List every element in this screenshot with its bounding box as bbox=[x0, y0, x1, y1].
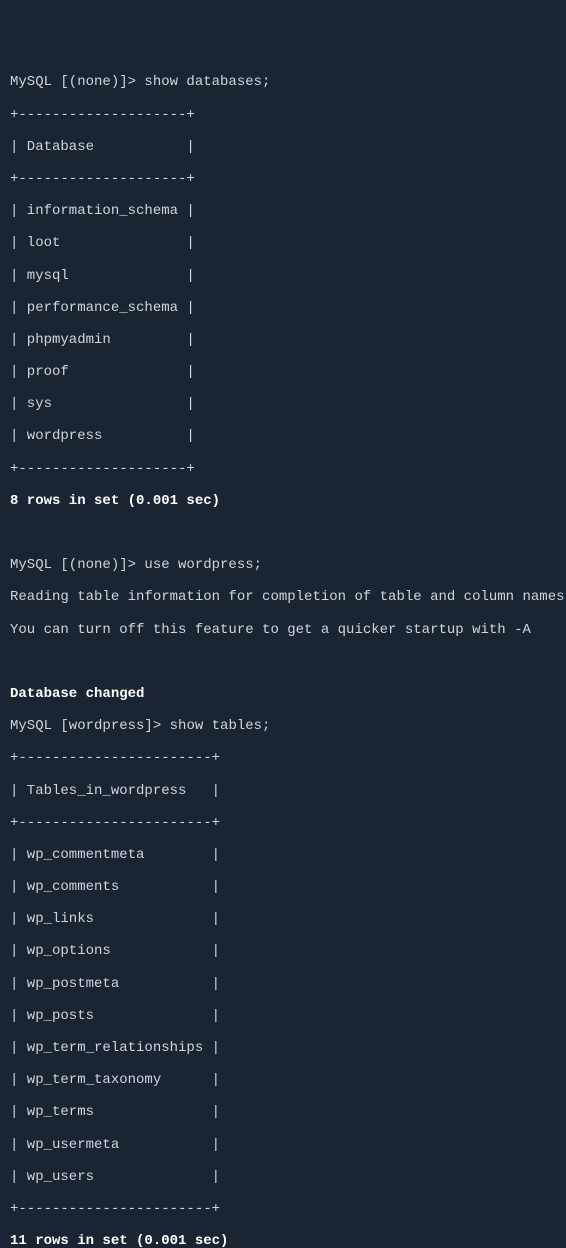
table-header: | Tables_in_wordpress | bbox=[10, 783, 556, 799]
command-text: show tables; bbox=[170, 718, 271, 734]
table-row: | sys | bbox=[10, 396, 556, 412]
table-row: | wp_comments | bbox=[10, 879, 556, 895]
table-row: | wp_commentmeta | bbox=[10, 847, 556, 863]
blank-line bbox=[10, 525, 556, 541]
result-summary: 11 rows in set (0.001 sec) bbox=[10, 1233, 556, 1248]
table-row: | wp_term_taxonomy | bbox=[10, 1072, 556, 1088]
blank-line bbox=[10, 654, 556, 670]
info-text: Reading table information for completion… bbox=[10, 589, 556, 605]
table-row: | wp_users | bbox=[10, 1169, 556, 1185]
table-row: | performance_schema | bbox=[10, 300, 556, 316]
db-changed-text: Database changed bbox=[10, 686, 556, 702]
table-row: | wp_posts | bbox=[10, 1008, 556, 1024]
result-summary: 8 rows in set (0.001 sec) bbox=[10, 493, 556, 509]
table-border: +-----------------------+ bbox=[10, 750, 556, 766]
table-row: | wp_term_relationships | bbox=[10, 1040, 556, 1056]
table-border: +--------------------+ bbox=[10, 171, 556, 187]
table-row: | wp_usermeta | bbox=[10, 1137, 556, 1153]
table-border: +--------------------+ bbox=[10, 461, 556, 477]
prompt-line-2: MySQL [(none)]> use wordpress; bbox=[10, 557, 556, 573]
prompt-prefix: MySQL [(none)]> bbox=[10, 74, 144, 90]
table-row: | mysql | bbox=[10, 268, 556, 284]
prompt-line-1: MySQL [(none)]> show databases; bbox=[10, 74, 556, 90]
command-text: use wordpress; bbox=[144, 557, 262, 573]
table-header: | Database | bbox=[10, 139, 556, 155]
table-border: +-----------------------+ bbox=[10, 815, 556, 831]
table-row: | information_schema | bbox=[10, 203, 556, 219]
prompt-prefix: MySQL [(none)]> bbox=[10, 557, 144, 573]
table-border: +-----------------------+ bbox=[10, 1201, 556, 1217]
prompt-line-3: MySQL [wordpress]> show tables; bbox=[10, 718, 556, 734]
table-row: | proof | bbox=[10, 364, 556, 380]
table-row: | wp_terms | bbox=[10, 1104, 556, 1120]
table-row: | loot | bbox=[10, 235, 556, 251]
table-border: +--------------------+ bbox=[10, 107, 556, 123]
command-text: show databases; bbox=[144, 74, 270, 90]
table-row: | wp_links | bbox=[10, 911, 556, 927]
table-row: | wordpress | bbox=[10, 428, 556, 444]
prompt-prefix: MySQL [wordpress]> bbox=[10, 718, 170, 734]
table-row: | wp_postmeta | bbox=[10, 976, 556, 992]
table-row: | phpmyadmin | bbox=[10, 332, 556, 348]
table-row: | wp_options | bbox=[10, 943, 556, 959]
